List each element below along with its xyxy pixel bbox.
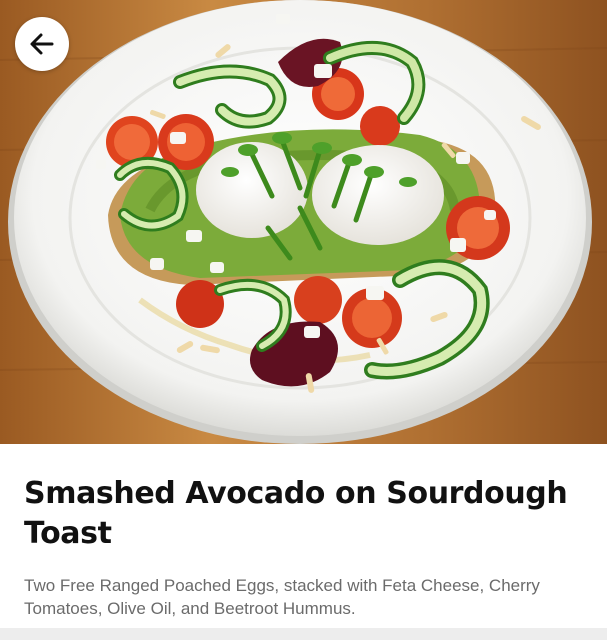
food-photo — [0, 0, 607, 444]
back-button[interactable] — [15, 17, 69, 71]
item-details: Smashed Avocado on Sourdough Toast Two F… — [0, 444, 607, 628]
arrow-left-icon — [30, 33, 54, 55]
item-title: Smashed Avocado on Sourdough Toast — [24, 476, 568, 551]
section-divider — [0, 628, 607, 640]
item-description: Two Free Ranged Poached Eggs, stacked wi… — [24, 576, 540, 618]
hero-image — [0, 0, 607, 444]
